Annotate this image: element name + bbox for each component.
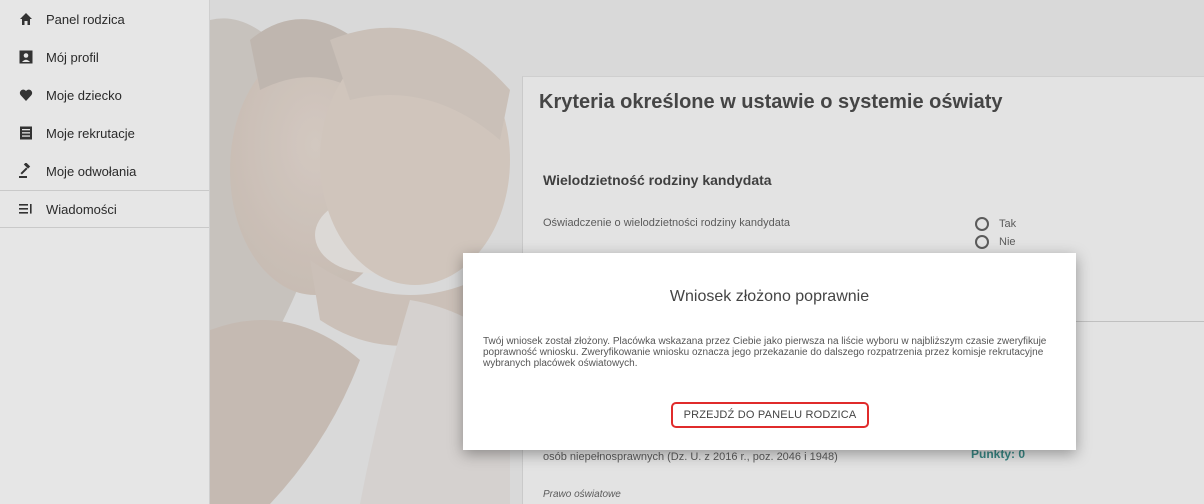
sidebar: Panel rodzica Mój profil Moje dziecko Mo… (0, 0, 210, 504)
sidebar-item-label: Moje dziecko (46, 87, 122, 103)
sidebar-item-label: Wiadomości (46, 201, 117, 217)
success-modal: Wniosek złożono poprawnie Twój wniosek z… (463, 253, 1076, 450)
heart-icon (16, 85, 36, 105)
sidebar-item-label: Moje rekrutacje (46, 125, 135, 141)
modal-body-text: Twój wniosek został złożony. Placówka ws… (483, 336, 1047, 369)
sidebar-item-label: Panel rodzica (46, 11, 125, 27)
messages-icon (16, 199, 36, 219)
gavel-icon (16, 161, 36, 181)
sidebar-item-moje-rekrutacje[interactable]: Moje rekrutacje (0, 114, 209, 152)
sidebar-item-moj-profil[interactable]: Mój profil (0, 38, 209, 76)
modal-title: Wniosek złożono poprawnie (669, 288, 870, 305)
sidebar-item-moje-odwolania[interactable]: Moje odwołania (0, 152, 209, 190)
sidebar-item-label: Mój profil (46, 49, 99, 65)
sidebar-item-moje-dziecko[interactable]: Moje dziecko (0, 76, 209, 114)
sidebar-item-wiadomosci[interactable]: Wiadomości (0, 190, 209, 228)
go-to-parent-panel-button[interactable]: PRZEJDŹ DO PANELU RODZICA (671, 402, 869, 428)
sidebar-item-panel-rodzica[interactable]: Panel rodzica (0, 0, 209, 38)
sidebar-item-label: Moje odwołania (46, 163, 137, 179)
profile-card-icon (16, 47, 36, 67)
document-list-icon (16, 123, 36, 143)
home-icon (16, 9, 36, 29)
